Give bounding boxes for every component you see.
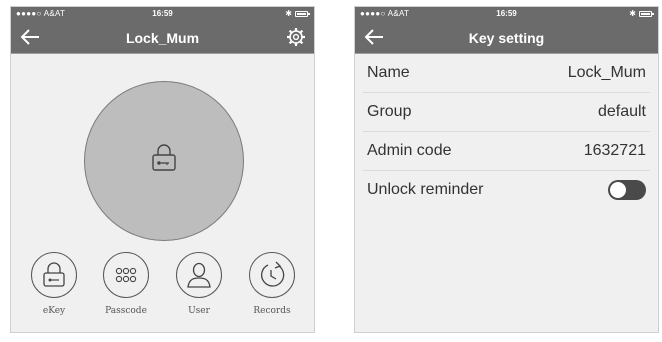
setting-label: Name [367,64,410,81]
status-time: 16:59 [152,9,173,18]
setting-label: Unlock reminder [367,181,484,198]
lock-screen: ●●●●○ A&AT 16:59 ✱ Lock_Mum eKey Passcod… [10,6,315,333]
bluetooth-icon: ✱ [629,9,636,18]
ekey-icon [43,262,65,287]
user-button[interactable]: User [164,252,234,316]
user-ring [176,252,222,298]
records-button[interactable]: Records [237,252,307,316]
toggle-knob [610,182,626,198]
unlock-button[interactable] [84,81,244,241]
status-time: 16:59 [496,9,517,18]
passcode-label: Passcode [105,306,147,316]
ekey-label: eKey [42,306,66,316]
setting-value: 1632721 [583,142,646,159]
key-setting-screen: ●●●●○ A&AT 16:59 ✱ Key setting Name Lock… [354,6,659,333]
ekey-button[interactable]: eKey [19,252,89,316]
setting-row-name[interactable]: Name Lock_Mum [363,54,650,93]
setting-value: Lock_Mum [567,64,646,81]
setting-row-admin-code[interactable]: Admin code 1632721 [363,132,650,171]
records-icon [261,261,285,287]
setting-row-unlock-reminder: Unlock reminder [363,171,650,209]
user-icon [187,262,211,288]
bluetooth-icon: ✱ [285,9,292,18]
status-bar: ●●●●○ A&AT 16:59 ✱ [11,7,314,22]
padlock-icon [152,144,176,171]
passcode-icon [115,267,137,283]
action-bar: eKey Passcode User Records [11,252,314,322]
page-title: Lock_Mum [125,30,200,46]
nav-bar: Lock_Mum [11,22,314,53]
unlock-reminder-toggle[interactable] [608,180,646,200]
status-icons: ✱ [285,9,310,18]
status-icons: ✱ [629,9,654,18]
setting-value: default [597,103,646,120]
gear-icon[interactable] [286,27,306,47]
records-ring [249,252,295,298]
battery-icon [639,10,654,17]
passcode-ring [103,252,149,298]
ekey-ring [31,252,77,298]
settings-list: Name Lock_Mum Group default Admin code 1… [355,54,658,209]
page-title: Key setting [468,30,545,46]
setting-label: Admin code [367,142,452,159]
battery-icon [295,10,310,17]
setting-label: Group [367,103,412,120]
passcode-button[interactable]: Passcode [91,252,161,316]
records-label: Records [253,306,291,316]
setting-row-group[interactable]: Group default [363,93,650,132]
user-label: User [188,306,210,316]
nav-divider [11,53,314,54]
status-bar: ●●●●○ A&AT 16:59 ✱ [355,7,658,22]
nav-bar: Key setting [355,22,658,53]
